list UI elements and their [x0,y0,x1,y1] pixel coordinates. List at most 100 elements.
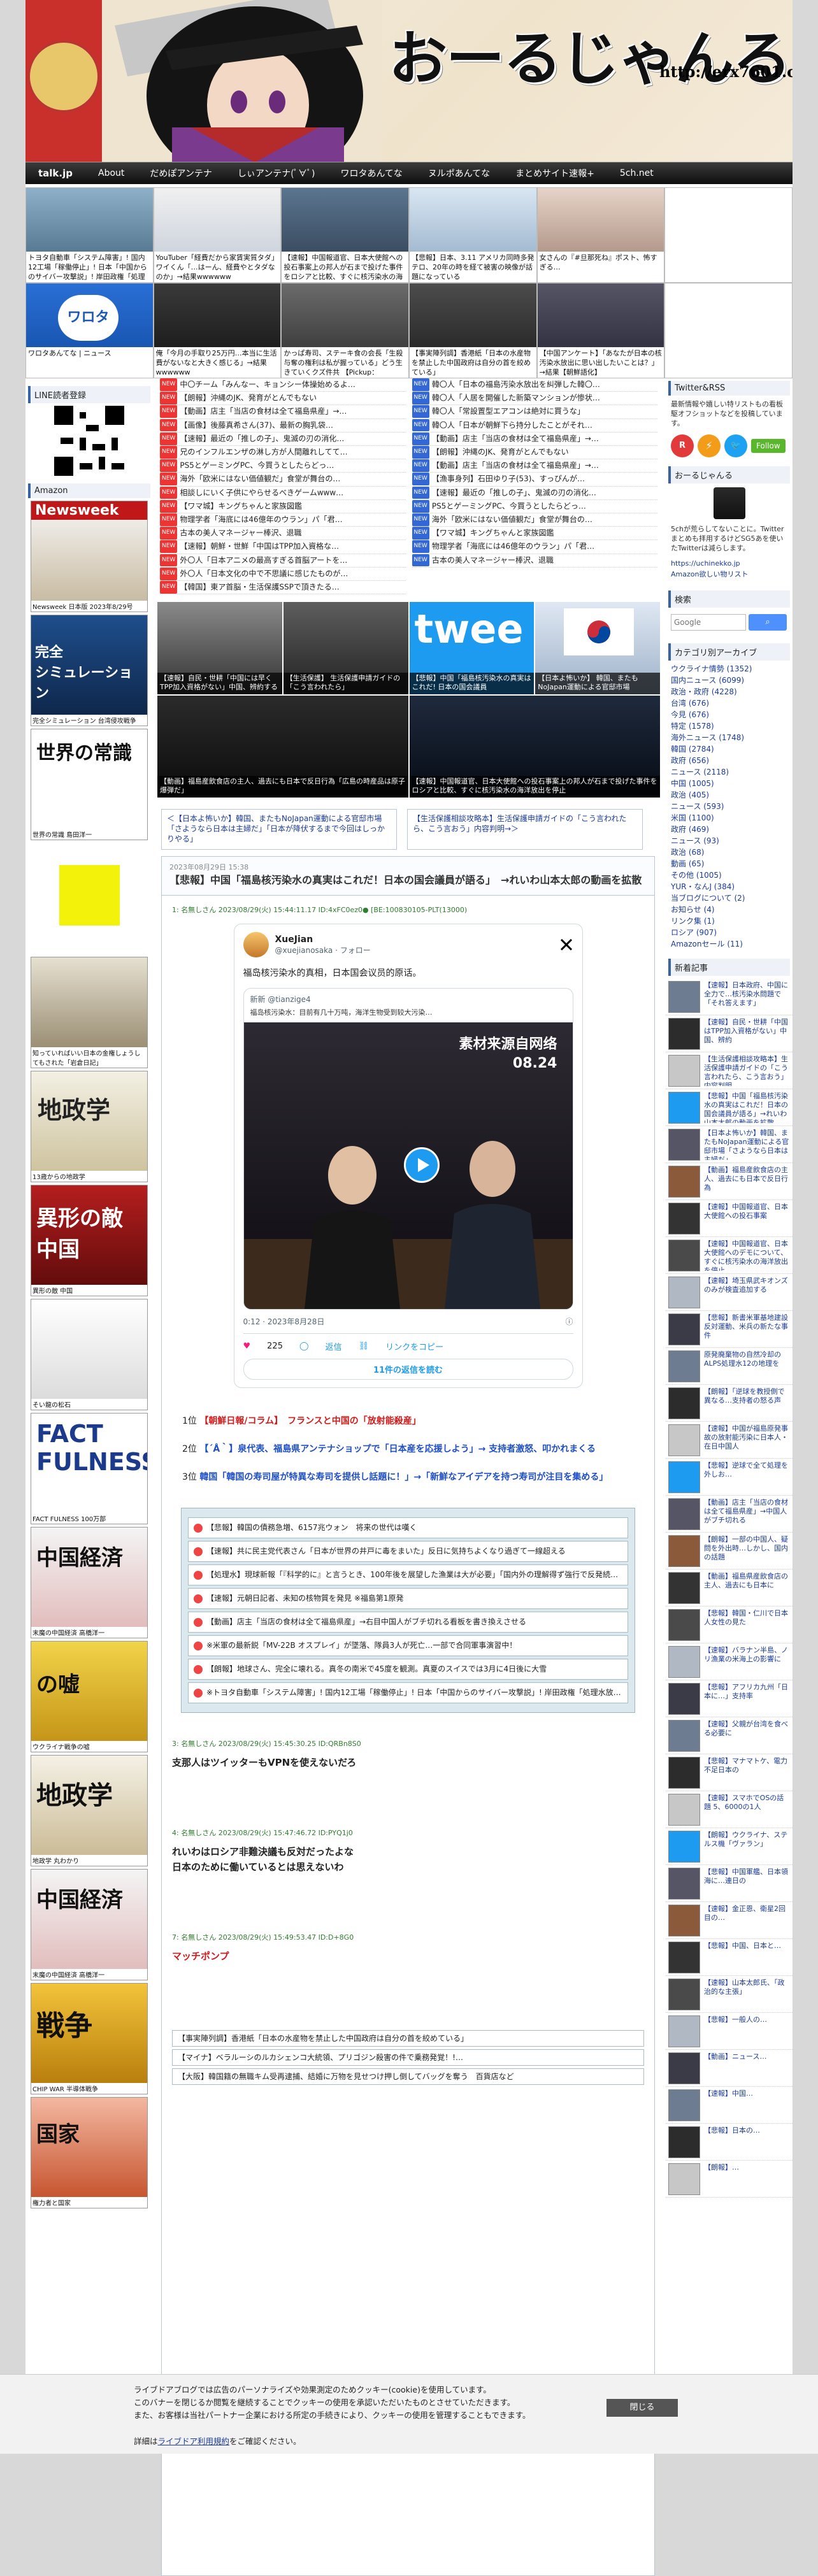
new-article-item[interactable]: 【悲報】アフリカ九州「日本に…」支持率 [666,1680,793,1717]
new-article-thumbnail[interactable] [668,1683,700,1715]
new-article-item[interactable]: 【悲報】一般人の… [666,2013,793,2050]
new-article-thumbnail[interactable] [668,1905,700,1936]
antenna-item[interactable]: NEW 【動画】店主「当店の食材は全て福島県産」→… [160,405,406,419]
new-article-thumbnail[interactable] [668,1868,700,1900]
rank-link[interactable]: 韓国「韓国の寿司屋が特異な寿司を提供し話題に！」→「新鮮なアイデアを持つ寿司が注… [199,1472,608,1482]
category-link[interactable]: 政治 (68) [666,847,793,858]
new-article-item[interactable]: 【朗報】ウクライナ、ステルス機「ヴァラン」 [666,1828,793,1865]
new-article-thumbnail[interactable] [668,1018,700,1050]
amazon-book[interactable]: 世界の常識 世界の常識 島田洋一 [31,729,148,840]
new-article-thumbnail[interactable] [668,1203,700,1234]
read-replies-button[interactable]: 11件の返信を読む [243,1359,573,1380]
amazon-book[interactable]: そい龍の松石 [31,1299,148,1410]
pickup-card[interactable]: 【中国アンケート】「あなたが日本の核汚染水放出に思い出したいことは？」→結果【朝… [536,283,665,378]
photo-card[interactable]: 【動画】福島産飲食店の主人、過去にも日本で反日行為「広島の時産品は原子爆弾だ」 [157,696,408,798]
category-link[interactable]: 政府 (656) [666,755,793,766]
new-article-thumbnail[interactable] [668,1757,700,1789]
tweet-timestamp[interactable]: 0:12 · 2023年8月28日 [243,1316,325,1327]
search-input[interactable] [671,614,746,631]
antenna-item[interactable]: NEW 【朗報】沖縄のJK、発育がとんでもない [412,446,657,460]
photo-card[interactable]: 【日本よ怖いか】 韓国、またもNoJapan運動による官邸市場 [535,602,660,695]
photo-card[interactable]: 【速報】自民・世耕「中国には早くTPP加入資格がない」中国、辨約する [157,602,282,695]
new-article-item[interactable]: 【悲報】日本の… [666,2124,793,2161]
pickup-card[interactable]: 女さんの『#旦那死ね』ポスト、怖すぎる… [536,187,665,283]
feed-icon[interactable]: ⚡ [698,434,721,457]
antenna-item[interactable]: NEW 物理学者「海底には46億年のウラン」パ「君… [160,513,406,527]
antenna-item[interactable]: NEW 中〇チーム「みんなー、キョンシー体操始めるよ… [160,378,406,392]
new-article-thumbnail[interactable] [668,1461,700,1493]
owner-avatar[interactable] [713,487,745,519]
amazon-book[interactable]: 中国経済 末魔の中国経済 高橋洋一 [31,1527,148,1638]
amazon-book[interactable]: の嘘 ウクライナ戦争の嘘 [31,1641,148,1752]
amazon-book[interactable]: 完全 シミュレーション 完全シミュレーション 台湾侵攻戦争 [31,615,148,726]
reply-icon[interactable]: ◯ [299,1342,309,1351]
nav-item-5ch[interactable]: 5ch.net [607,168,666,178]
category-link[interactable]: 政治 (405) [666,789,793,801]
new-article-thumbnail[interactable] [668,1240,700,1271]
antenna-item[interactable]: NEW 物理学者「海底には46億年のウラン」パ「君… [412,540,657,554]
bottom-related-link[interactable]: 【大阪】韓国籍の無職キム受再逮捕、結婚に万物を見せつけ押し倒してバッグを奪う 百… [172,2068,644,2086]
related-article-link[interactable]: ※米軍の最新鋭「MV-22B オスプレイ」が墜落、隊員3人が死亡…一部で合同軍事… [188,1635,628,1657]
category-link[interactable]: YUR・なんJ (384) [666,881,793,892]
new-article-item[interactable]: 【動画】福島県産飲食店の主人、過去にも日本に [666,1570,793,1606]
antenna-item[interactable]: NEW 【速報】最近の「推しの子」、鬼滅の刃の消化… [160,432,406,447]
amazon-book[interactable]: 中国経済 末魔の中国経済 高橋洋一 [31,1869,148,1980]
new-article-item[interactable]: 【速報】中国報道官、日本大使館へのデモについて、すぐに核汚染水の海洋放出を停止 [666,1237,793,1274]
category-link[interactable]: ウクライナ情勢 (1352) [666,663,793,675]
antenna-item[interactable]: NEW PS5とゲーミングPC、今買うとしたらどっ… [412,499,657,514]
antenna-item[interactable]: NEW 【画像】後藤真希さん(37)、最新の胸乳袋… [160,419,406,433]
like-heart-icon[interactable]: ♥ [243,1342,251,1351]
antenna-item[interactable]: NEW 外〇人「日本アニメの最高すぎる首脳アートを… [160,554,406,568]
category-link[interactable]: お知らせ (4) [666,904,793,915]
antenna-item[interactable]: NEW 【速報】朝鮮・世鮮「中国はTPP加入資格な… [160,540,406,554]
category-link[interactable]: 政府 (469) [666,824,793,835]
related-article-link[interactable]: 【処理水】現球新報「『科学的に』と言うとき、100年後を展望した漁業は大が必要」… [188,1564,628,1586]
embedded-tweet[interactable]: XueJian @xuejianosaka · フォロー 福岛核污染水的真相，日… [233,924,583,1389]
new-article-item[interactable]: 【悲報】新書米軍基地建設反対運動、米兵の新たな事件 [666,1311,793,1348]
site-url[interactable]: http://erx7601.com [659,62,793,81]
photo-card[interactable]: 【速報】中国報道官、日本大使館への投石事案上の邦人が石まで投げた事件をロシアと比… [409,696,660,798]
amazon-wishlist-link[interactable]: Amazon欲しい物リスト [666,568,793,580]
antenna-item[interactable]: NEW 海外「欧米にはない価値観だ」食堂が舞台の… [412,513,657,527]
new-article-thumbnail[interactable] [668,1129,700,1161]
new-article-thumbnail[interactable] [668,1092,700,1124]
nav-item-about[interactable]: About [85,168,137,178]
category-link[interactable]: ロシア (907) [666,927,793,938]
new-article-thumbnail[interactable] [668,2089,700,2121]
new-article-item[interactable]: 【速報】バラナン半島、ノリ漁業の米海上の影響に [666,1643,793,1680]
category-link[interactable]: 台湾 (676) [666,698,793,709]
amazon-book[interactable]: 知っていればいい日本の金権しょうしてもされた「岩倉日記」 [31,957,148,1068]
search-icon[interactable]: ⌕ [749,614,787,631]
new-article-thumbnail[interactable] [668,1387,700,1419]
category-link[interactable]: ニュース (2118) [666,766,793,778]
rank-link[interactable]: 【朝鮮日報/コラム】 フランスと中国の「放射能殺産」 [199,1416,420,1426]
new-article-item[interactable]: 【速報】中国が福島原発事故の放射能汚染に日本人・在日中国人 [666,1422,793,1459]
amazon-book[interactable]: FACT FULNESS FACT FULNESS 100万部 [31,1413,148,1524]
antenna-item[interactable]: NEW 海外「欧米にはない価値観だ」食堂が舞台の… [160,473,406,487]
x-logo-icon[interactable] [559,938,573,952]
nav-item-damepo[interactable]: だめぽアンテナ [137,167,224,180]
new-article-thumbnail[interactable] [668,2052,700,2084]
new-article-item[interactable]: 【速報】日本政府、中国に全力で…核汚染水問題で「それ答えます」 [666,978,793,1015]
avatar[interactable] [243,932,269,958]
antenna-item[interactable]: NEW 【ワマ城】キングちゃんと家族図鑑 [160,499,406,514]
new-article-thumbnail[interactable] [668,1831,700,1863]
category-link[interactable]: 中国 (1005) [666,778,793,789]
new-article-thumbnail[interactable] [668,1055,700,1087]
antenna-item[interactable]: NEW 【動画】店主「当店の食材は全て福島県産」→… [412,432,657,447]
new-article-thumbnail[interactable] [668,1166,700,1198]
new-article-item[interactable]: 【速報】自民・世耕「中国はTPP加入資格がない」中国、辨約 [666,1015,793,1052]
antenna-item[interactable]: NEW 【動画】店主「当店の食材は全て福島県産」→… [412,459,657,473]
line-qr-code[interactable] [54,406,124,476]
new-article-item[interactable]: 【朗報】一部の中国人、疑問を外出時…しかし、国内の話題 [666,1533,793,1570]
tweet-video[interactable]: 素材来源自网络 08.24 [243,1022,573,1310]
amazon-book[interactable]: 地政学 地政学 丸わかり [31,1755,148,1866]
nav-item-shii[interactable]: しぃアンテナ(ﾟ∀ﾟ) [225,167,328,180]
pickup-card[interactable]: YouTuber「経費だから家賃実質タダ」ワイくん「…はーん、経費やとタダなのか… [153,187,282,283]
new-article-item[interactable]: 【生活保護相談攻略本】生活保護申請ガイドの「こう言われたら、こう言おう」内容判明 [666,1052,793,1089]
tweet-user-name[interactable]: XueJian [275,934,553,945]
next-article-link[interactable]: 【生活保護相談攻略本】生活保護申請ガイドの「こう言われたら、こう言おう」内容判明… [407,809,643,850]
bottom-related-link[interactable]: 【事実陣列調】香港紙「日本の水産物を禁止した中国政府は自分の首を絞めている」 [172,2030,644,2047]
antenna-item[interactable]: NEW 兄のインフルエンザの淋し方が人間離れしてて… [160,446,406,460]
prev-article-link[interactable]: ＜【日本よ怖いか】韓国、またもNoJapan運動による官邸市場「さようなら日本は… [161,809,397,850]
